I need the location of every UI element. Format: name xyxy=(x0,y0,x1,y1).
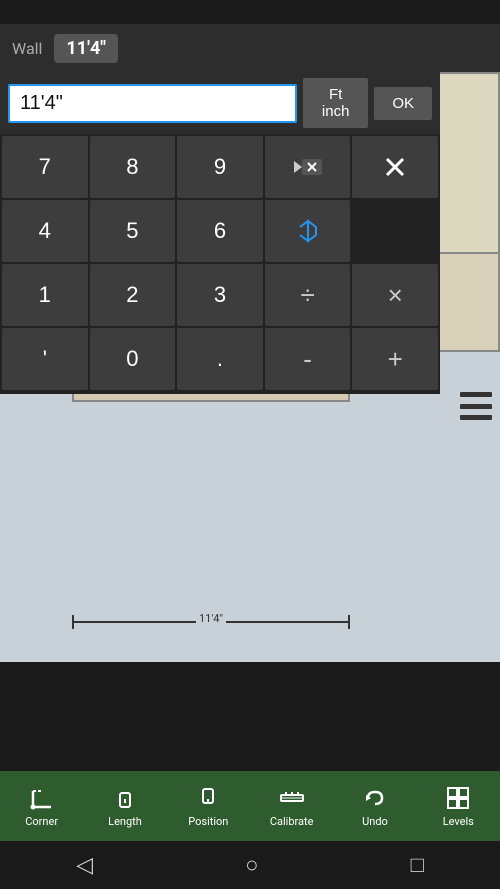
key-6[interactable]: 6 xyxy=(177,200,263,262)
line-bar-3 xyxy=(460,415,492,420)
nav-bar: ◁ ○ □ xyxy=(0,841,500,889)
key-clear[interactable] xyxy=(352,136,438,198)
key-9[interactable]: 9 xyxy=(177,136,263,198)
nav-back[interactable]: ◁ xyxy=(52,845,117,886)
wall-value: 11'4" xyxy=(54,34,118,63)
key-empty1[interactable] xyxy=(352,200,438,262)
key-5[interactable]: 5 xyxy=(90,200,176,262)
toolbar-position[interactable]: Position xyxy=(178,785,238,828)
key-plus[interactable]: + xyxy=(352,328,438,390)
keypad: 789 456 123÷× '0.-+ xyxy=(0,134,440,394)
bottom-toolbar: Corner Length Position Calibrate Und xyxy=(0,771,500,841)
key-backspace[interactable] xyxy=(265,136,351,198)
calibrate-icon xyxy=(279,785,305,811)
length-label: Length xyxy=(108,815,142,828)
calibrate-label: Calibrate xyxy=(270,815,314,828)
measurement-line: 11'4" xyxy=(72,612,350,632)
meas-tick-right xyxy=(348,615,350,629)
lines-menu-icon[interactable] xyxy=(460,392,492,420)
ft-inch-button[interactable]: Ft inch xyxy=(303,78,368,128)
key-divide[interactable]: ÷ xyxy=(265,264,351,326)
nav-home[interactable]: ○ xyxy=(221,844,282,886)
toolbar-levels[interactable]: Levels xyxy=(428,785,488,828)
key-bluetooth[interactable] xyxy=(265,200,351,262)
key-multiply[interactable]: × xyxy=(352,264,438,326)
calc-input-row: Ft inch OK xyxy=(0,72,440,134)
position-label: Position xyxy=(188,815,228,828)
undo-icon xyxy=(362,785,388,811)
line-bar-2 xyxy=(460,404,492,409)
toolbar-length[interactable]: Length xyxy=(95,785,155,828)
position-icon xyxy=(195,785,221,811)
calculator: Ft inch OK 789 456 123÷× '0.-+ xyxy=(0,72,440,394)
key-apostrophe[interactable]: ' xyxy=(2,328,88,390)
nav-square[interactable]: □ xyxy=(387,844,448,886)
toolbar-undo[interactable]: Undo xyxy=(345,785,405,828)
corner-label: Corner xyxy=(25,815,58,828)
key-dot[interactable]: . xyxy=(177,328,263,390)
calc-input[interactable] xyxy=(8,84,297,123)
key-8[interactable]: 8 xyxy=(90,136,176,198)
wall-label: Wall xyxy=(12,39,42,58)
key-2[interactable]: 2 xyxy=(90,264,176,326)
undo-label: Undo xyxy=(362,815,388,828)
toolbar-corner[interactable]: Corner xyxy=(12,785,72,828)
corner-icon xyxy=(29,785,55,811)
line-bar-1 xyxy=(460,392,492,397)
key-1[interactable]: 1 xyxy=(2,264,88,326)
key-3[interactable]: 3 xyxy=(177,264,263,326)
length-icon xyxy=(112,785,138,811)
key-7[interactable]: 7 xyxy=(2,136,88,198)
key-minus[interactable]: - xyxy=(265,328,351,390)
levels-label: Levels xyxy=(443,815,474,828)
measurement-text: 11'4" xyxy=(196,612,226,625)
ok-button[interactable]: OK xyxy=(374,87,432,120)
key-4[interactable]: 4 xyxy=(2,200,88,262)
levels-icon xyxy=(445,785,471,811)
toolbar-calibrate[interactable]: Calibrate xyxy=(262,785,322,828)
status-bar xyxy=(0,0,500,24)
key-0[interactable]: 0 xyxy=(90,328,176,390)
top-bar: Wall 11'4" xyxy=(0,24,500,72)
